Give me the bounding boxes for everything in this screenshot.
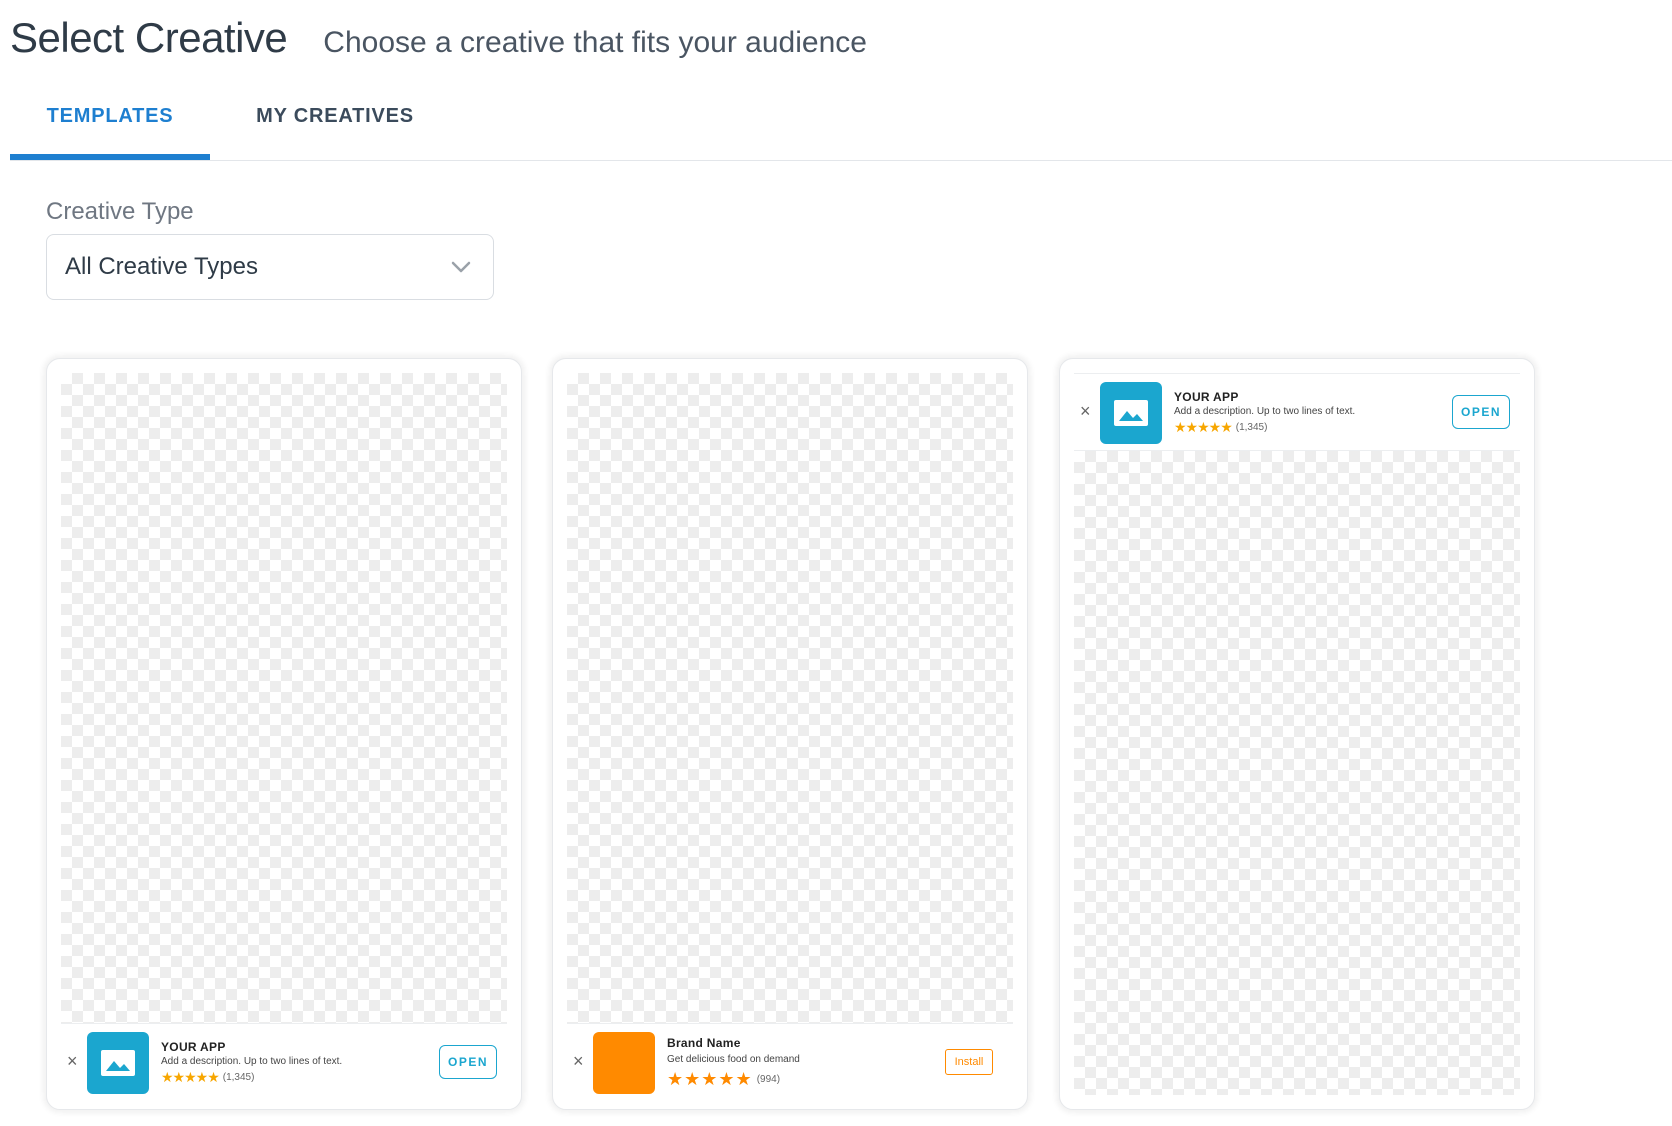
rating: ★★★★★ (1,345) bbox=[1174, 419, 1434, 436]
star-rating-icon: ★★★★★ bbox=[667, 1069, 753, 1089]
star-rating-icon: ★★★★★ bbox=[1174, 419, 1233, 435]
template-card[interactable]: × Brand Name Get delicious food on deman… bbox=[552, 358, 1028, 1110]
creative-placeholder bbox=[1074, 451, 1520, 1095]
close-icon[interactable]: × bbox=[67, 1052, 78, 1070]
install-button[interactable]: Install bbox=[945, 1049, 993, 1075]
app-icon bbox=[1100, 382, 1162, 444]
app-install-banner: × YOUR APP Add a description. Up to two … bbox=[1074, 373, 1520, 451]
app-description: Add a description. Up to two lines of te… bbox=[1174, 406, 1356, 417]
tab-templates[interactable]: TEMPLATES bbox=[10, 92, 210, 160]
rating-count: (1,345) bbox=[1235, 422, 1268, 433]
page-subtitle: Choose a creative that fits your audienc… bbox=[323, 26, 867, 59]
app-name: YOUR APP bbox=[1174, 390, 1239, 404]
brand-logo bbox=[593, 1032, 655, 1094]
app-icon bbox=[87, 1032, 149, 1094]
page-header: Select Creative Choose a creative that f… bbox=[10, 14, 867, 62]
tab-my-creatives[interactable]: MY CREATIVES bbox=[240, 92, 430, 158]
creative-placeholder bbox=[61, 373, 507, 1023]
star-rating-icon: ★★★★★ bbox=[161, 1069, 220, 1085]
rating: ★★★★★ (994) bbox=[667, 1069, 927, 1090]
open-button[interactable]: OPEN bbox=[1452, 395, 1510, 429]
app-name: Brand Name bbox=[667, 1036, 741, 1050]
rating: ★★★★★ (1,345) bbox=[161, 1069, 421, 1086]
app-description: Add a description. Up to two lines of te… bbox=[161, 1056, 343, 1067]
open-button[interactable]: OPEN bbox=[439, 1045, 497, 1079]
creative-type-label: Creative Type bbox=[46, 198, 194, 225]
chevron-down-icon bbox=[451, 261, 471, 273]
app-install-banner: × YOUR APP Add a description. Up to two … bbox=[61, 1023, 507, 1100]
creative-type-value: All Creative Types bbox=[65, 253, 258, 280]
tab-bar: TEMPLATES MY CREATIVES bbox=[10, 92, 1672, 161]
template-card[interactable]: × YOUR APP Add a description. Up to two … bbox=[1059, 358, 1535, 1110]
rating-count: (994) bbox=[756, 1074, 781, 1085]
template-card[interactable]: × YOUR APP Add a description. Up to two … bbox=[46, 358, 522, 1110]
app-description: Get delicious food on demand bbox=[667, 1054, 800, 1065]
close-icon[interactable]: × bbox=[1080, 402, 1091, 420]
app-install-banner: × Brand Name Get delicious food on deman… bbox=[567, 1023, 1013, 1100]
creative-placeholder bbox=[567, 373, 1013, 1023]
app-name: YOUR APP bbox=[161, 1040, 226, 1054]
rating-count: (1,345) bbox=[222, 1072, 255, 1083]
image-icon bbox=[1114, 400, 1148, 426]
page-title: Select Creative bbox=[10, 14, 288, 61]
close-icon[interactable]: × bbox=[573, 1052, 584, 1070]
creative-type-select[interactable]: All Creative Types bbox=[46, 234, 494, 300]
image-icon bbox=[101, 1050, 135, 1076]
